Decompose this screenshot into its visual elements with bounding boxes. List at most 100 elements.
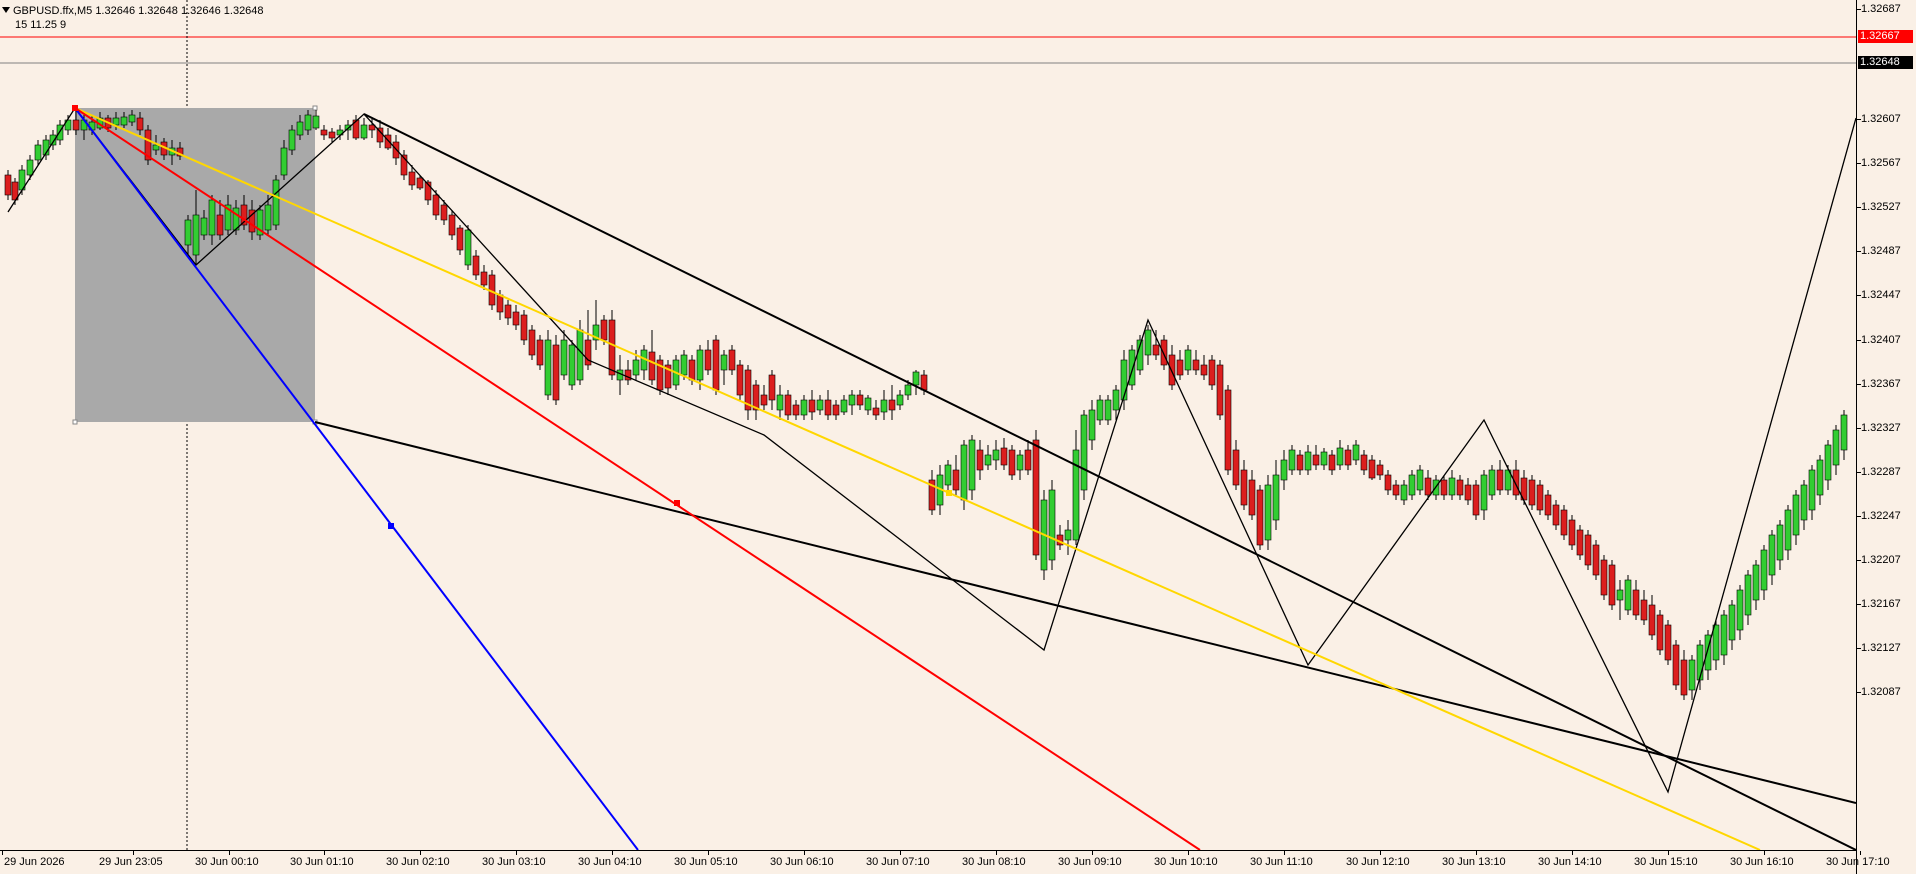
candle-body [1064,529,1072,541]
candle-body [216,214,224,236]
candle-body [1312,454,1320,466]
candle-body [1000,447,1008,466]
fan-yellow-handle[interactable] [946,490,952,496]
candle-body [328,131,336,139]
candle-body [760,394,768,406]
price-label: 1.32447 [1861,289,1901,302]
candle-body [1600,559,1608,596]
time-label: 30 Jun 09:10 [1058,856,1122,868]
candle-body [152,144,160,151]
candle-body [1168,354,1176,386]
candle-body [688,359,696,381]
candle-body [576,329,584,381]
candle-body [1296,454,1304,471]
candle-body [944,464,952,486]
candle-body [72,119,80,131]
candle-body [34,144,42,161]
candle-body [408,171,416,186]
candle-body [208,199,216,236]
price-label: 1.32687 [1861,3,1901,15]
price-label: 1.32247 [1861,509,1901,522]
trendline-upper[interactable] [363,113,1856,850]
candle-body [1584,534,1592,566]
candle-body [1248,479,1256,516]
candle-body [872,407,880,416]
time-label: 30 Jun 01:10 [290,856,354,868]
candle-body [1464,484,1472,501]
candle-body [128,114,136,123]
candle-body [1216,364,1224,416]
candle-body [680,354,688,376]
rectangle-handle[interactable] [312,105,318,111]
candle-body [360,124,368,139]
candle-body [184,219,192,246]
candle-body [120,116,128,126]
candle-body [136,117,144,131]
price-label: 1.32487 [1861,245,1901,258]
candle-body [1088,409,1096,441]
candle-body [704,349,712,371]
candle-body [1272,474,1280,521]
chart-canvas[interactable] [0,0,1856,850]
chart-area[interactable]: GBPUSD.ffx,M5 1.32646 1.32648 1.32646 1.… [0,0,1856,850]
candle-body [1232,449,1240,486]
candle-body [1440,479,1448,496]
candle-body [1352,444,1360,461]
candle-body [512,311,520,326]
candle-body [296,121,304,136]
time-label: 30 Jun 16:10 [1730,856,1794,868]
candle-body [1776,524,1784,561]
candle-body [1768,534,1776,576]
time-tick [804,851,805,855]
candle-body [1080,414,1088,491]
price-scale[interactable]: 1.32687 1.32607 1.32567 1.32527 1.32487 1.324… [1856,0,1916,874]
candle-body [1256,489,1264,546]
candle-body [1720,614,1728,656]
candle-body [720,354,728,371]
time-tick [133,851,134,855]
candle-body [1688,659,1696,691]
time-tick [324,851,325,855]
candle-body [1152,344,1160,356]
time-tick [1668,851,1669,855]
time-tick [1284,851,1285,855]
bid-price-badge: 1.32648 [1858,56,1913,69]
candle-body [1728,604,1736,641]
fan-line-red[interactable] [74,107,1201,850]
candle-body [448,214,456,236]
candle-body [1264,484,1272,541]
candle-body [112,117,120,126]
candle-body [1784,509,1792,551]
candle-body [984,454,992,466]
candle-body [472,255,480,276]
fan-blue-handle[interactable] [388,523,394,529]
candle-body [1496,469,1504,491]
fan-red-handle[interactable] [674,500,680,506]
candle-body [904,384,912,396]
candle-body [1328,454,1336,471]
candle-body [496,294,504,313]
candle-body [1752,564,1760,601]
candle-body [480,271,488,286]
candle-body [736,364,744,396]
candle-body [1632,589,1640,616]
candle-body [1592,544,1600,576]
candle-body [1192,359,1200,371]
candle-body [1112,389,1120,411]
fan-anchor-handle[interactable] [72,105,78,111]
candle-body [648,351,656,381]
candle-body [1808,469,1816,511]
candle-body [856,394,864,406]
candle-body [1344,449,1352,466]
rectangle-handle[interactable] [72,419,78,425]
collapse-triangle-icon[interactable] [2,7,10,13]
candle-body [1200,364,1208,376]
time-scale[interactable]: 29 Jun 2026 29 Jun 23:05 30 Jun 00:10 30 Ju… [0,850,1890,874]
fan-line-blue[interactable] [74,107,639,850]
candle-body [1800,484,1808,521]
candle-body [1616,589,1624,601]
time-label: 30 Jun 14:10 [1538,856,1602,868]
candle-body [1160,339,1168,366]
candle-body [1552,504,1560,526]
candle-body [1680,659,1688,696]
